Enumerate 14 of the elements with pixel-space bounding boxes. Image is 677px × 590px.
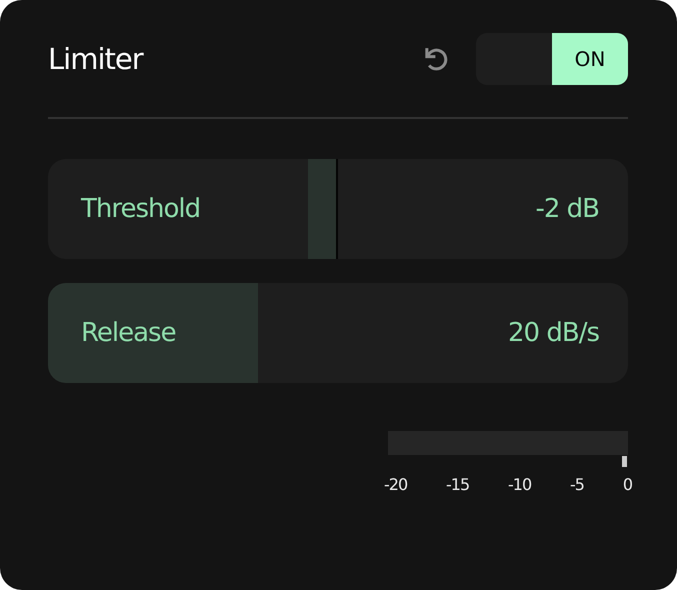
- slider-track[interactable]: Release 20 dB/s: [48, 283, 628, 383]
- slider-label: Threshold: [81, 194, 200, 224]
- scale-label: -15: [446, 475, 470, 494]
- power-toggle[interactable]: ON: [476, 33, 628, 85]
- slider-value: 20 dB/s: [508, 318, 599, 348]
- scale-label: -20: [384, 475, 408, 494]
- panel-title: Limiter: [48, 42, 143, 76]
- scale-label: -5: [570, 475, 584, 494]
- scale-label: 0: [622, 475, 632, 494]
- slider-track[interactable]: Threshold -2 dB: [48, 159, 628, 259]
- peak-marker: [622, 456, 627, 467]
- slider-value: -2 dB: [535, 194, 599, 224]
- scale-label: -10: [508, 475, 532, 494]
- slider-label: Release: [81, 318, 176, 348]
